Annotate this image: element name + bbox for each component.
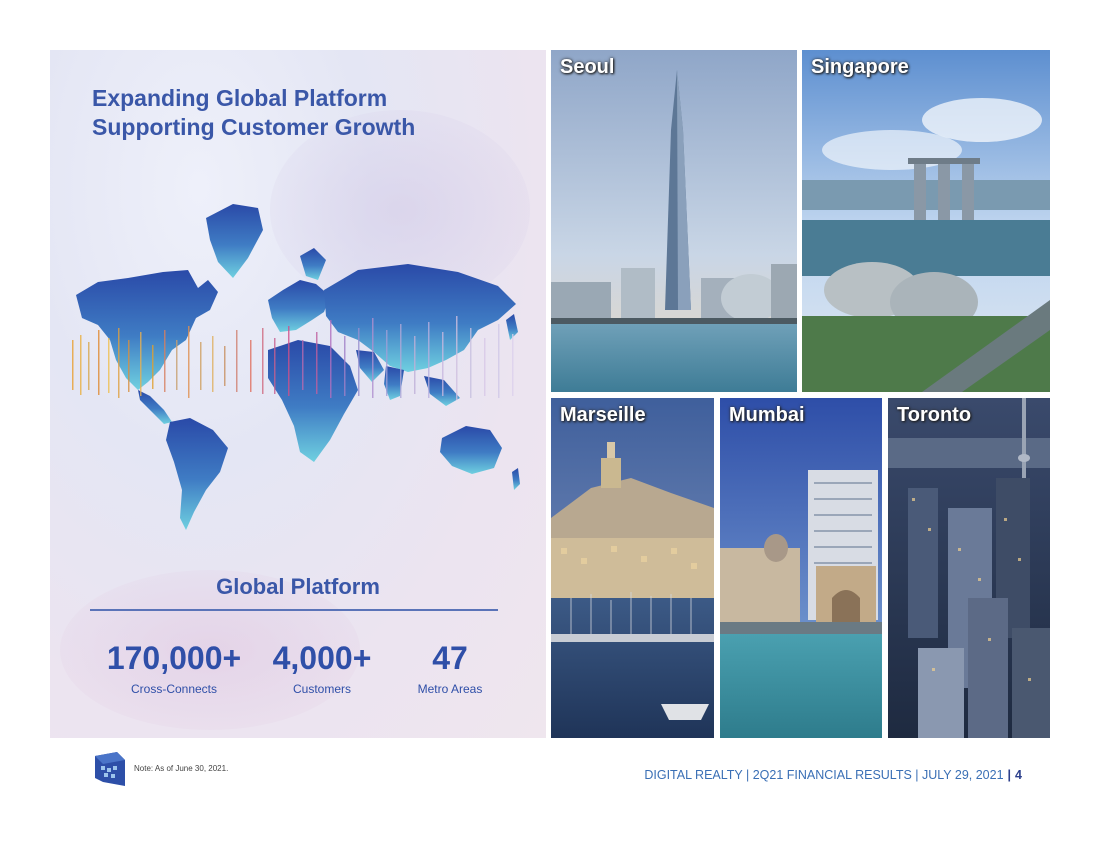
footer-separator: |: [1007, 768, 1012, 782]
stat-value: 47: [432, 640, 468, 676]
city-label-toronto: Toronto: [897, 404, 972, 426]
photo-singapore: Singapore: [802, 50, 1050, 392]
photo-toronto: Toronto: [888, 398, 1050, 738]
headline-line-1: Expanding Global Platform: [92, 85, 388, 111]
slide-headline: Expanding Global Platform Supporting Cus…: [92, 84, 415, 142]
stat-metro-areas: 47 Metro Areas: [400, 640, 500, 696]
stat-label: Customers: [292, 682, 351, 696]
city-label-singapore: Singapore: [811, 56, 909, 78]
divider: [90, 609, 498, 611]
headline-line-2: Supporting Customer Growth: [92, 114, 416, 140]
world-map: [72, 204, 520, 530]
stat-cross-connects: 170,000+ Cross-Connects: [94, 640, 254, 696]
stat-label: Cross-Connects: [130, 682, 218, 696]
city-label-seoul: Seoul: [560, 56, 615, 78]
photo-marseille: Marseille: [551, 398, 714, 738]
global-platform-panel: Expanding Global Platform Supporting Cus…: [50, 50, 546, 738]
global-platform-title: Global Platform: [216, 574, 380, 599]
city-label-marseille: Marseille: [560, 404, 646, 426]
photo-mumbai: Mumbai: [720, 398, 882, 738]
city-label-mumbai: Mumbai: [729, 404, 805, 426]
stat-value: 4,000+: [272, 640, 372, 676]
footer-bar: DIGITAL REALTY | 2Q21 FINANCIAL RESULTS …: [644, 768, 1022, 782]
page-number: 4: [1015, 768, 1022, 782]
stat-customers: 4,000+ Customers: [262, 640, 382, 696]
footer-text: DIGITAL REALTY | 2Q21 FINANCIAL RESULTS …: [644, 768, 1004, 782]
footnote: Note: As of June 30, 2021.: [134, 764, 229, 773]
stat-label: Metro Areas: [417, 682, 483, 696]
photo-seoul: Seoul: [551, 50, 797, 392]
stat-value: 170,000+: [106, 640, 242, 676]
digital-realty-logo: [95, 752, 125, 786]
